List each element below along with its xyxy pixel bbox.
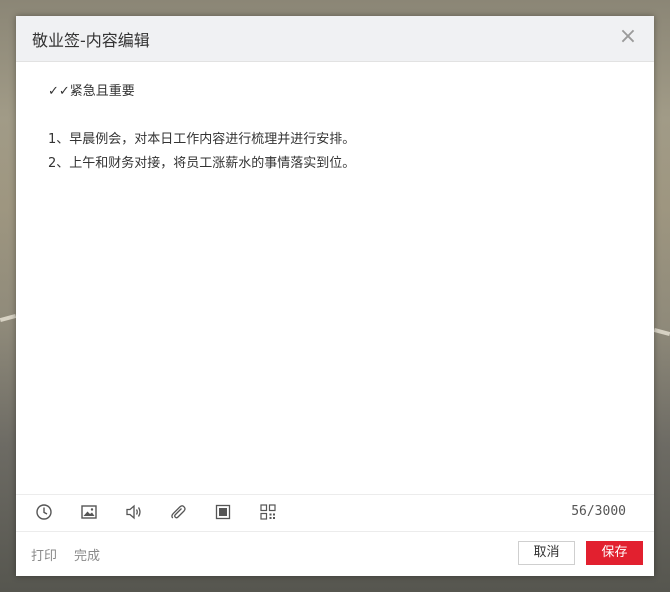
content-edit-dialog: 敬业签-内容编辑 × ✓✓紧急且重要 1、早晨例会，对本日工作内容进行梳理并进行…: [16, 16, 654, 576]
note-header-line: ✓✓紧急且重要: [48, 84, 135, 99]
background-road-line-right: [653, 327, 670, 337]
dialog-title: 敬业签-内容编辑: [32, 31, 150, 50]
character-counter: 56/3000: [571, 504, 626, 519]
editor-toolbar: 56/3000: [16, 494, 654, 532]
image-icon[interactable]: [80, 503, 98, 521]
cancel-button[interactable]: 取消: [518, 541, 575, 565]
close-icon[interactable]: ×: [618, 26, 638, 48]
dialog-footer: 打印 完成 取消 保存: [16, 531, 654, 576]
checkbox-icon[interactable]: [214, 503, 232, 521]
note-content-editor[interactable]: ✓✓紧急且重要 1、早晨例会，对本日工作内容进行梳理并进行安排。 2、上午和财务…: [16, 62, 654, 494]
background-road-line-left: [0, 313, 17, 323]
note-item-1: 1、早晨例会，对本日工作内容进行梳理并进行安排。: [48, 132, 356, 147]
save-button[interactable]: 保存: [586, 541, 643, 565]
paperclip-icon[interactable]: [169, 503, 187, 521]
clock-icon[interactable]: [35, 503, 53, 521]
print-link[interactable]: 打印: [31, 545, 57, 564]
note-item-2: 2、上午和财务对接，将员工涨薪水的事情落实到位。: [48, 156, 356, 171]
qrcode-icon[interactable]: [259, 503, 277, 521]
dialog-titlebar: 敬业签-内容编辑 ×: [16, 16, 654, 62]
done-link[interactable]: 完成: [74, 545, 100, 564]
speaker-icon[interactable]: [125, 503, 143, 521]
